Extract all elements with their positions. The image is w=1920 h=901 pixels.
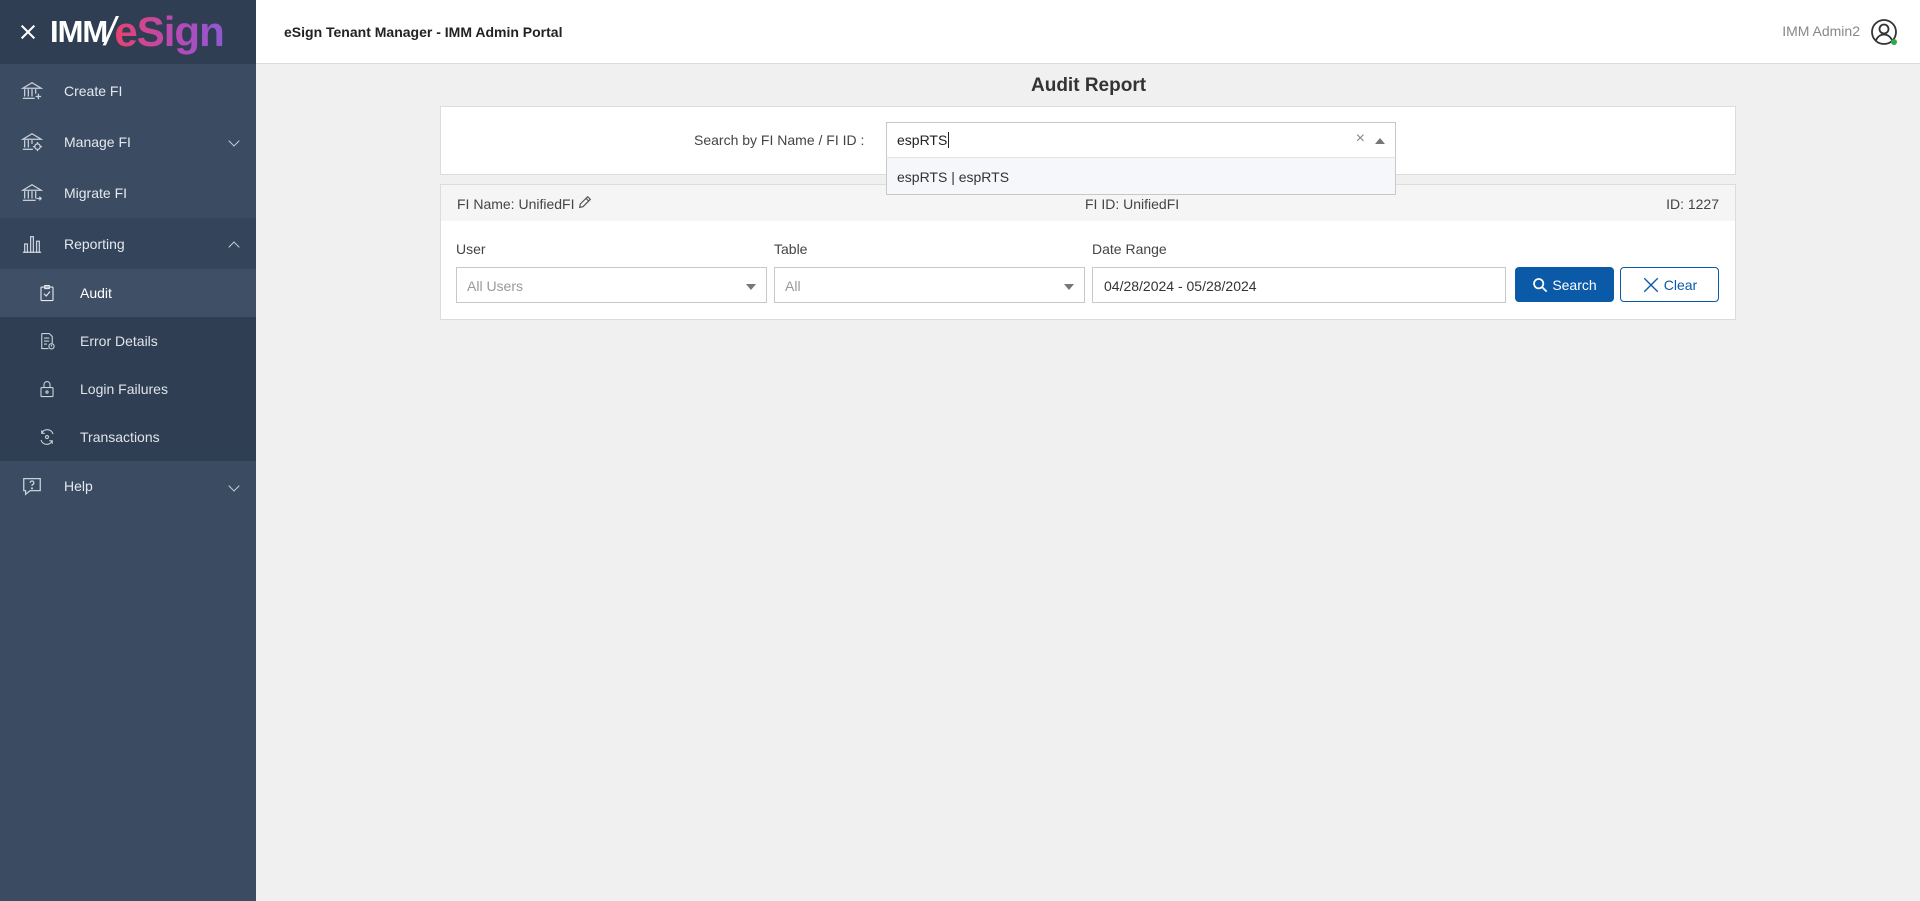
caret-down-icon — [746, 284, 756, 290]
table-select[interactable]: All — [774, 267, 1085, 303]
sidebar-subitem-label: Login Failures — [80, 381, 168, 397]
page-title: Audit Report — [1031, 75, 1147, 96]
sidebar-subitem-label: Audit — [80, 285, 112, 301]
sidebar-item-label: Create FI — [64, 82, 123, 99]
sidebar: IMM / eSign Create FI Manage FI Migrate … — [0, 0, 256, 901]
reporting-submenu: Audit Error Details Login Failures Trans… — [0, 269, 256, 461]
sidebar-item-login-failures[interactable]: Login Failures — [0, 365, 256, 413]
fi-search-dropdown: espRTS | espRTS — [886, 157, 1396, 195]
bank-settings-icon — [20, 130, 44, 154]
logo-imm-text: IMM — [50, 14, 108, 49]
date-range-input[interactable]: 04/28/2024 - 05/28/2024 — [1092, 267, 1506, 303]
fi-numeric-id: ID: 1227 — [1666, 196, 1719, 212]
sidebar-subitem-label: Transactions — [80, 429, 160, 445]
user-select-value: All Users — [467, 278, 524, 294]
dropdown-option[interactable]: espRTS | espRTS — [897, 169, 1009, 185]
chevron-up-icon — [228, 241, 240, 253]
table-select-value: All — [785, 278, 801, 294]
bank-add-icon — [20, 79, 44, 103]
brand-bar: IMM / eSign — [0, 0, 256, 64]
clear-search-icon[interactable]: × — [1356, 130, 1365, 148]
app-title: eSign Tenant Manager - IMM Admin Portal — [284, 24, 563, 40]
fi-name: FI Name: UnifiedFI — [457, 196, 575, 212]
date-range-value: 04/28/2024 - 05/28/2024 — [1104, 278, 1257, 294]
fi-id: FI ID: UnifiedFI — [1085, 196, 1180, 212]
logo: IMM / eSign — [50, 8, 225, 56]
clear-button[interactable]: Clear — [1620, 267, 1719, 302]
close-icon — [1643, 277, 1658, 292]
date-range-label: Date Range — [1092, 241, 1167, 257]
fi-search-input[interactable]: espRTS — [897, 132, 950, 148]
chevron-down-icon — [228, 480, 240, 492]
top-header: eSign Tenant Manager - IMM Admin Portal … — [256, 0, 1920, 64]
sidebar-item-transactions[interactable]: Transactions — [0, 413, 256, 461]
sidebar-subitem-label: Error Details — [80, 333, 158, 349]
search-icon — [1533, 277, 1548, 292]
online-status-dot — [1891, 39, 1897, 45]
chevron-down-icon — [228, 135, 240, 147]
close-icon[interactable] — [18, 22, 38, 42]
search-button[interactable]: Search — [1515, 267, 1614, 302]
caret-down-icon — [1064, 284, 1074, 290]
sidebar-item-manage-fi[interactable]: Manage FI — [0, 116, 256, 167]
logo-esign-text: eSign — [114, 8, 224, 55]
search-label: Search by FI Name / FI ID : — [694, 132, 865, 148]
table-filter-label: Table — [774, 241, 808, 257]
document-error-icon — [38, 332, 56, 350]
sidebar-item-label: Manage FI — [64, 133, 131, 150]
bank-migrate-icon — [20, 181, 44, 205]
lock-icon — [38, 380, 56, 398]
sidebar-item-label: Migrate FI — [64, 184, 128, 201]
sidebar-item-create-fi[interactable]: Create FI — [0, 65, 256, 116]
pencil-icon[interactable] — [577, 194, 593, 210]
sidebar-item-audit[interactable]: Audit — [0, 269, 256, 317]
sidebar-item-reporting[interactable]: Reporting — [0, 218, 256, 269]
user-name[interactable]: IMM Admin2 — [1782, 23, 1860, 39]
user-filter-label: User — [456, 241, 486, 257]
bar-chart-icon — [20, 232, 44, 256]
fi-search-combobox[interactable]: espRTS × — [886, 122, 1396, 158]
refresh-icon — [38, 428, 56, 446]
sidebar-item-label: Reporting — [64, 235, 125, 252]
user-select[interactable]: All Users — [456, 267, 767, 303]
sidebar-item-error-details[interactable]: Error Details — [0, 317, 256, 365]
help-icon — [20, 474, 44, 498]
clear-button-label: Clear — [1663, 276, 1698, 293]
sidebar-item-help[interactable]: Help — [0, 461, 256, 511]
sidebar-item-label: Help — [64, 478, 93, 494]
search-button-label: Search — [1552, 276, 1597, 293]
chevron-up-icon[interactable] — [1375, 138, 1385, 144]
clipboard-check-icon — [38, 284, 56, 302]
sidebar-item-migrate-fi[interactable]: Migrate FI — [0, 167, 256, 218]
